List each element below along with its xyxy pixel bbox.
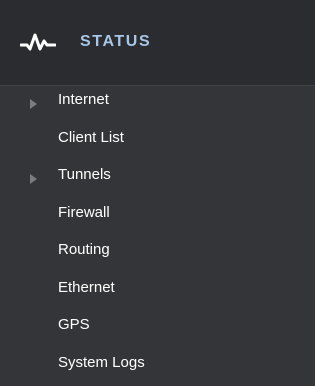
pulse-icon xyxy=(19,32,57,52)
status-title: STATUS xyxy=(80,33,152,50)
sidebar-item-label: Routing xyxy=(58,241,110,258)
sidebar-item-firewall[interactable]: Firewall xyxy=(0,199,315,237)
sidebar-item-label: Ethernet xyxy=(58,278,115,296)
sidebar-item-client-list[interactable]: Client List xyxy=(0,124,315,162)
sidebar-item-label: Firewall xyxy=(58,203,110,221)
status-sidebar: STATUS Internet Client List Tunnels Fire… xyxy=(0,0,315,386)
sidebar-item-tunnels[interactable]: Tunnels xyxy=(0,161,315,199)
caret-right-icon xyxy=(30,174,37,184)
caret-right-icon xyxy=(30,99,37,109)
status-header[interactable]: STATUS xyxy=(0,0,315,86)
sidebar-item-system-logs[interactable]: System Logs xyxy=(0,349,315,386)
sidebar-item-gps[interactable]: GPS xyxy=(0,311,315,349)
sidebar-item-label: Tunnels xyxy=(58,166,111,183)
sidebar-item-internet[interactable]: Internet xyxy=(0,86,315,124)
sidebar-item-label: System Logs xyxy=(58,353,145,371)
sidebar-item-label: GPS xyxy=(58,316,90,333)
status-menu: Internet Client List Tunnels Firewall Ro… xyxy=(0,86,315,386)
sidebar-item-ethernet[interactable]: Ethernet xyxy=(0,274,315,312)
sidebar-item-label: Internet xyxy=(58,91,109,108)
sidebar-item-label: Client List xyxy=(58,128,124,146)
sidebar-item-routing[interactable]: Routing xyxy=(0,236,315,274)
